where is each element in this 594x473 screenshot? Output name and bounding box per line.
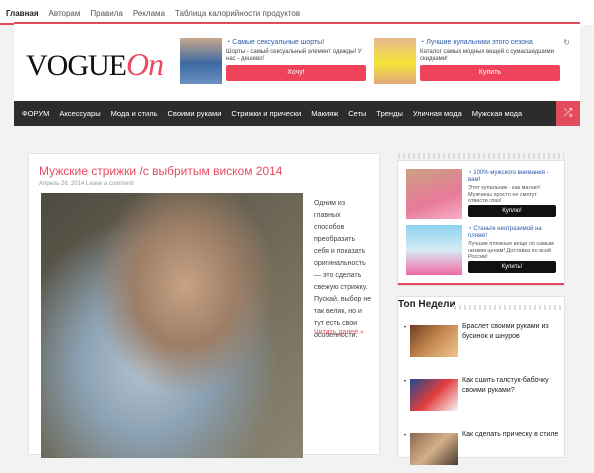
bullet: •: [404, 325, 407, 331]
top-nav-item-calories[interactable]: Таблица калорийности продуктов: [175, 9, 300, 18]
list-item[interactable]: • Как сшить галстук-бабочку своими рукам…: [404, 373, 560, 419]
refresh-icon[interactable]: ↻: [563, 38, 570, 47]
ad-title[interactable]: ◔ Станьте неотразимой на пляже!: [468, 226, 558, 240]
nav-accessories[interactable]: Аксессуары: [59, 109, 100, 118]
ad-desc: Каталог самых модных вещей с сумасшедшим…: [420, 49, 554, 62]
ad-button[interactable]: Хочу!: [226, 65, 366, 81]
nav-trends[interactable]: Тренды: [376, 109, 402, 118]
nav-makeup[interactable]: Макияж: [311, 109, 338, 118]
sidebar-divider: [398, 283, 564, 285]
nav-hairstyles[interactable]: Стрижки и прически: [231, 109, 301, 118]
item-title[interactable]: Как сделать прическу в стиле: [462, 430, 560, 440]
nav-fashion[interactable]: Мода и стиль: [111, 109, 158, 118]
nav-street[interactable]: Уличная мода: [413, 109, 462, 118]
post-image[interactable]: [41, 193, 303, 458]
ad-image[interactable]: [374, 38, 416, 84]
read-more-link[interactable]: Читать далее »: [314, 329, 364, 336]
main-nav: ФОРУМ Аксессуары Мода и стиль Своими рук…: [14, 101, 580, 126]
header-ad-swimsuits[interactable]: ◔ Лучшие купальники этого сезона Каталог…: [374, 38, 560, 86]
item-thumbnail[interactable]: [410, 379, 458, 411]
list-item[interactable]: • Браслет своими руками из бусинок и шну…: [404, 319, 560, 365]
nav-mens[interactable]: Мужская мода: [472, 109, 522, 118]
sidebar-stripe: [398, 153, 564, 159]
top-nav-item-home[interactable]: Главная: [6, 9, 39, 18]
ad-image[interactable]: [406, 169, 462, 219]
top-nav-item-ads[interactable]: Реклама: [133, 9, 165, 18]
top-nav-item-rules[interactable]: Правила: [90, 9, 122, 18]
item-thumbnail[interactable]: [410, 325, 458, 357]
bullet: •: [404, 433, 407, 439]
ad-desc: Этот купальник - как магнит! Мужчины про…: [468, 185, 541, 204]
ad-desc: Лучшие пляжные вещи по самым низким цена…: [468, 241, 554, 260]
post-meta: Апрель 26, 2014 Leave a comment: [39, 181, 134, 187]
list-item[interactable]: • Как сделать прическу в стиле: [404, 427, 560, 473]
shuffle-icon[interactable]: ⤮: [556, 101, 580, 126]
nav-sets[interactable]: Сеты: [348, 109, 366, 118]
item-title[interactable]: Как сшить галстук-бабочку своими руками?: [462, 376, 560, 396]
ad-button[interactable]: Купить: [420, 65, 560, 81]
heading-stripe: [454, 305, 562, 310]
nav-forum[interactable]: ФОРУМ: [22, 109, 49, 118]
post-card: Мужские стрижки /с выбритым виском 2014 …: [28, 153, 380, 458]
ad-title[interactable]: ◔ Самые сексуальные шорты!: [226, 39, 324, 46]
widget-heading: Топ Недели: [398, 299, 456, 310]
top-week-widget: Топ Недели • Браслет своими руками из бу…: [397, 296, 565, 465]
sidebar-ads: ◔ 100% мужского внимания - вам! Этот куп…: [397, 153, 565, 286]
ad-desc: Шорты - самый сексуальный элемент одежды…: [226, 49, 362, 62]
logo-main: VOGUE: [26, 49, 127, 82]
ad-title[interactable]: ◔ 100% мужского внимания - вам!: [468, 170, 558, 184]
nav-diy[interactable]: Своими руками: [168, 109, 222, 118]
site-header: VOGUEOn ◔ Самые сексуальные шорты! Шорты…: [14, 24, 580, 101]
ad-title[interactable]: ◔ Лучшие купальники этого сезона: [420, 39, 533, 46]
ad-button[interactable]: Купить!: [468, 261, 556, 273]
post-excerpt: Одним из главных способов преобразить се…: [314, 200, 372, 339]
item-thumbnail[interactable]: [410, 433, 458, 465]
ad-image[interactable]: [180, 38, 222, 84]
ad-button[interactable]: Куплю!: [468, 205, 556, 217]
site-logo[interactable]: VOGUEOn: [26, 46, 164, 83]
top-nav: Главная Авторам Правила Реклама Таблица …: [6, 9, 300, 18]
bullet: •: [404, 379, 407, 385]
item-title[interactable]: Браслет своими руками из бусинок и шнуро…: [462, 322, 560, 342]
sidebar-ad[interactable]: ◔ 100% мужского внимания - вам! Этот куп…: [406, 169, 558, 219]
sidebar-ad[interactable]: ◔ Станьте неотразимой на пляже! Лучшие п…: [406, 225, 558, 275]
top-nav-item-authors[interactable]: Авторам: [49, 9, 81, 18]
post-title[interactable]: Мужские стрижки /с выбритым виском 2014: [39, 164, 282, 178]
header-ad-shorts[interactable]: ◔ Самые сексуальные шорты! Шорты - самый…: [180, 38, 366, 86]
ad-image[interactable]: [406, 225, 462, 275]
logo-accent: On: [126, 46, 164, 82]
